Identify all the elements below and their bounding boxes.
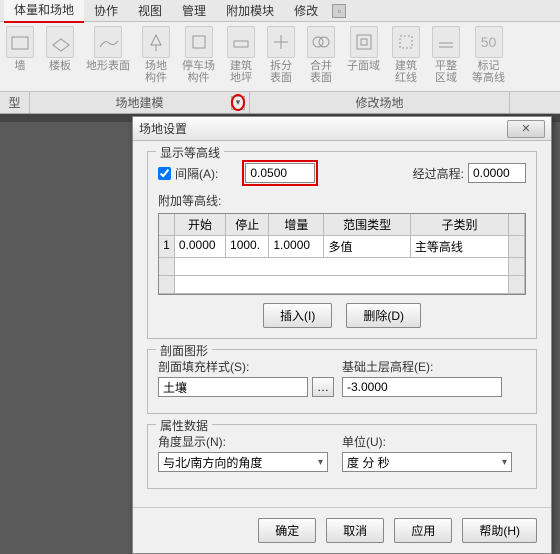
pass-label: 经过高程: bbox=[413, 165, 464, 182]
group-site-model: 场地建模▾ bbox=[30, 92, 250, 113]
wall-icon bbox=[9, 31, 31, 53]
topo-icon bbox=[97, 31, 119, 53]
section-group: 剖面图形 剖面填充样式(S): … 基础土层高程(E): bbox=[147, 349, 537, 414]
propline-icon bbox=[395, 31, 417, 53]
ribbon-tabs: 体量和场地 协作 视图 管理 附加模块 修改 ▫ bbox=[0, 0, 560, 22]
delete-button[interactable]: 删除(D) bbox=[346, 303, 421, 328]
tab-view[interactable]: 视图 bbox=[128, 0, 172, 22]
subregion-icon bbox=[353, 31, 375, 53]
group-model: 型 bbox=[0, 92, 30, 113]
pad-icon bbox=[230, 31, 252, 53]
tab-collaborate[interactable]: 协作 bbox=[84, 0, 128, 22]
elev-label: 基础土层高程(E): bbox=[342, 358, 526, 375]
split-icon bbox=[270, 31, 292, 53]
dialog-titlebar[interactable]: 场地设置 ✕ bbox=[133, 117, 551, 141]
btn-floor[interactable]: 楼板 bbox=[40, 22, 80, 91]
ribbon-body: 墙 楼板 地形表面 场地 构件 停车场 构件 建筑 地坪 拆分 表面 合并 表面… bbox=[0, 22, 560, 92]
chevron-down-icon: ▾ bbox=[231, 94, 246, 111]
fill-input[interactable] bbox=[158, 377, 308, 397]
btn-split[interactable]: 拆分 表面 bbox=[261, 22, 301, 91]
interval-label: 间隔(A): bbox=[175, 165, 218, 182]
ok-button[interactable]: 确定 bbox=[258, 518, 316, 543]
tree-icon bbox=[145, 31, 167, 53]
group-modify-site: 修改场地 bbox=[250, 92, 510, 113]
btn-merge[interactable]: 合并 表面 bbox=[301, 22, 341, 91]
scrollbar[interactable] bbox=[509, 236, 525, 258]
col-inc: 增量 bbox=[269, 214, 324, 236]
interval-input[interactable] bbox=[245, 163, 315, 183]
col-start: 开始 bbox=[175, 214, 226, 236]
section-group-title: 剖面图形 bbox=[156, 342, 212, 359]
elev-input[interactable] bbox=[342, 377, 502, 397]
btn-label[interactable]: 50标记 等高线 bbox=[466, 22, 511, 91]
additional-label: 附加等高线: bbox=[158, 192, 526, 209]
help-button[interactable]: 帮助(H) bbox=[462, 518, 537, 543]
pass-input[interactable] bbox=[468, 163, 526, 183]
site-settings-dialog: 场地设置 ✕ 显示等高线 间隔(A): 经过高程: 附加等高线: 开始 停止 bbox=[132, 116, 552, 554]
contour-group: 显示等高线 间隔(A): 经过高程: 附加等高线: 开始 停止 增量 范围类型 … bbox=[147, 151, 537, 339]
close-button[interactable]: ✕ bbox=[507, 120, 545, 138]
btn-bldg-pad[interactable]: 建筑 地坪 bbox=[221, 22, 261, 91]
tab-modify[interactable]: 修改 bbox=[284, 0, 328, 22]
btn-site-comp[interactable]: 场地 构件 bbox=[136, 22, 176, 91]
angle-label: 角度显示(N): bbox=[158, 433, 342, 450]
col-stop: 停止 bbox=[226, 214, 269, 236]
angle-dropdown[interactable]: 与北/南方向的角度 bbox=[158, 452, 328, 472]
contour-table: 开始 停止 增量 范围类型 子类别 1 0.0000 1000. 1.0000 … bbox=[158, 213, 526, 295]
parking-icon bbox=[188, 31, 210, 53]
fill-label: 剖面填充样式(S): bbox=[158, 358, 342, 375]
col-range: 范围类型 bbox=[324, 214, 410, 236]
btn-propline[interactable]: 建筑 红线 bbox=[386, 22, 426, 91]
dialog-footer: 确定 取消 应用 帮助(H) bbox=[133, 507, 551, 553]
expand-site-model[interactable]: ▾ bbox=[231, 96, 245, 110]
tab-manage[interactable]: 管理 bbox=[172, 0, 216, 22]
property-group-title: 属性数据 bbox=[156, 417, 212, 434]
merge-icon bbox=[310, 31, 332, 53]
ribbon-groups: 型 场地建模▾ 修改场地 bbox=[0, 92, 560, 114]
btn-graded[interactable]: 平整 区域 bbox=[426, 22, 466, 91]
graded-icon bbox=[435, 31, 457, 53]
property-group: 属性数据 角度显示(N): 与北/南方向的角度 单位(U): 度 分 秒 bbox=[147, 424, 537, 489]
table-row[interactable]: 1 0.0000 1000. 1.0000 多值 主等高线 bbox=[159, 236, 525, 258]
btn-parking[interactable]: 停车场 构件 bbox=[176, 22, 221, 91]
interval-checkbox[interactable] bbox=[158, 167, 171, 180]
btn-wall[interactable]: 墙 bbox=[0, 22, 40, 91]
dialog-title: 场地设置 bbox=[139, 120, 507, 137]
unit-label: 单位(U): bbox=[342, 433, 526, 450]
insert-button[interactable]: 插入(I) bbox=[263, 303, 332, 328]
cancel-button[interactable]: 取消 bbox=[326, 518, 384, 543]
contour-group-title: 显示等高线 bbox=[156, 144, 224, 161]
btn-topo[interactable]: 地形表面 bbox=[80, 22, 136, 91]
unit-dropdown[interactable]: 度 分 秒 bbox=[342, 452, 512, 472]
floor-icon bbox=[49, 31, 71, 53]
tab-massing-site[interactable]: 体量和场地 bbox=[4, 0, 84, 23]
btn-subregion[interactable]: 子面域 bbox=[341, 22, 386, 91]
fill-browse-button[interactable]: … bbox=[312, 377, 334, 397]
col-sub: 子类别 bbox=[411, 214, 509, 236]
label-contour-icon: 50 bbox=[475, 26, 503, 58]
apply-button[interactable]: 应用 bbox=[394, 518, 452, 543]
tab-end-icon[interactable]: ▫ bbox=[332, 4, 346, 18]
tab-addins[interactable]: 附加模块 bbox=[216, 0, 284, 22]
